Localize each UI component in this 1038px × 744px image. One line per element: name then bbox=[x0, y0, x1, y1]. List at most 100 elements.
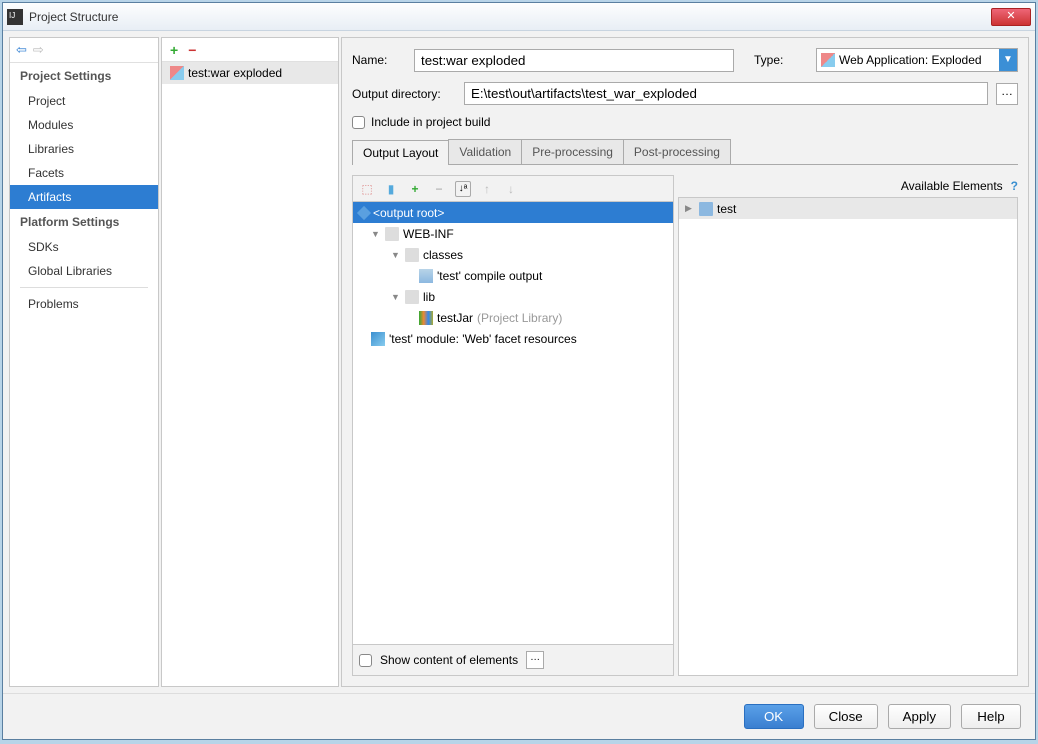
tree-root[interactable]: <output root> bbox=[353, 202, 673, 223]
close-button[interactable]: Close bbox=[814, 704, 878, 729]
settings-sidebar: ⇦ ⇨ Project Settings Project Modules Lib… bbox=[9, 37, 159, 687]
dialog-buttons: OK Close Apply Help bbox=[3, 693, 1035, 739]
move-down-icon[interactable]: ↓ bbox=[503, 181, 519, 197]
move-up-icon[interactable]: ↑ bbox=[479, 181, 495, 197]
output-tree: <output root> ▼ WEB-INF ▼ classes bbox=[353, 202, 673, 645]
tab-preprocessing[interactable]: Pre-processing bbox=[521, 139, 624, 164]
available-item-test[interactable]: ▶ test bbox=[679, 198, 1017, 219]
facet-icon bbox=[371, 332, 385, 346]
webinf-label: WEB-INF bbox=[403, 227, 454, 241]
testjar-label: testJar bbox=[437, 311, 473, 325]
available-elements-pane: Available Elements ? ▶ test bbox=[678, 175, 1018, 676]
sidebar-item-problems[interactable]: Problems bbox=[10, 292, 158, 316]
app-icon bbox=[7, 9, 23, 25]
chevron-down-icon: ▼ bbox=[999, 49, 1017, 71]
artifact-toolbar: + − bbox=[162, 38, 338, 62]
tab-postprocessing[interactable]: Post-processing bbox=[623, 139, 731, 164]
chevron-down-icon: ▼ bbox=[391, 292, 401, 302]
name-row: Name: Type: Web Application: Exploded ▼ bbox=[352, 48, 1018, 72]
sidebar-item-artifacts[interactable]: Artifacts bbox=[10, 185, 158, 209]
browse-button[interactable]: … bbox=[996, 83, 1018, 105]
folder-icon bbox=[385, 227, 399, 241]
jar-icon bbox=[419, 311, 433, 325]
artifact-detail-pane: Name: Type: Web Application: Exploded ▼ … bbox=[341, 37, 1029, 687]
outdir-label: Output directory: bbox=[352, 87, 456, 101]
artifact-item-label: test:war exploded bbox=[188, 66, 282, 80]
artifact-list-pane: + − test:war exploded bbox=[161, 37, 339, 687]
checkbox-box[interactable] bbox=[359, 654, 372, 667]
sidebar-item-libraries[interactable]: Libraries bbox=[10, 137, 158, 161]
tree-toolbar: ⬚ ▮ + − ↓ᵃ ↑ ↓ bbox=[353, 176, 673, 202]
chevron-right-icon: ▶ bbox=[685, 203, 695, 214]
tab-output-layout[interactable]: Output Layout bbox=[352, 140, 449, 165]
output-tree-pane: ⬚ ▮ + − ↓ᵃ ↑ ↓ <output root> bbox=[352, 175, 674, 676]
nav-arrows: ⇦ ⇨ bbox=[10, 38, 158, 63]
tree-facet[interactable]: 'test' module: 'Web' facet resources bbox=[353, 328, 673, 349]
remove-artifact-icon[interactable]: − bbox=[188, 42, 196, 58]
outdir-row: Output directory: … bbox=[352, 82, 1018, 105]
sidebar-item-global-libraries[interactable]: Global Libraries bbox=[10, 259, 158, 283]
folder-icon bbox=[405, 290, 419, 304]
sidebar-item-project[interactable]: Project bbox=[10, 89, 158, 113]
archive-icon[interactable]: ▮ bbox=[383, 181, 399, 197]
folder-icon bbox=[405, 248, 419, 262]
available-item-label: test bbox=[717, 202, 736, 216]
tree-lib[interactable]: ▼ lib bbox=[353, 286, 673, 307]
chevron-down-icon: ▼ bbox=[371, 229, 381, 239]
sidebar-section-project: Project Settings bbox=[10, 63, 158, 89]
outdir-input[interactable] bbox=[464, 82, 988, 105]
show-content-row: Show content of elements … bbox=[353, 644, 673, 675]
sort-icon[interactable]: ↓ᵃ bbox=[455, 181, 471, 197]
ok-button[interactable]: OK bbox=[744, 704, 804, 729]
sidebar-section-platform: Platform Settings bbox=[10, 209, 158, 235]
layout-area: ⬚ ▮ + − ↓ᵃ ↑ ↓ <output root> bbox=[352, 175, 1018, 676]
add-element-icon[interactable]: + bbox=[407, 181, 423, 197]
root-icon bbox=[357, 205, 371, 219]
help-button[interactable]: Help bbox=[961, 704, 1021, 729]
tree-webinf[interactable]: ▼ WEB-INF bbox=[353, 223, 673, 244]
close-icon[interactable]: ✕ bbox=[991, 8, 1031, 26]
root-label: <output root> bbox=[373, 206, 444, 220]
facet-label: 'test' module: 'Web' facet resources bbox=[389, 332, 577, 346]
testjar-suffix: (Project Library) bbox=[477, 311, 562, 325]
tab-validation[interactable]: Validation bbox=[448, 139, 522, 164]
artifact-icon bbox=[170, 66, 184, 80]
add-artifact-icon[interactable]: + bbox=[170, 42, 178, 58]
apply-button[interactable]: Apply bbox=[888, 704, 951, 729]
sidebar-item-facets[interactable]: Facets bbox=[10, 161, 158, 185]
help-icon[interactable]: ? bbox=[1011, 179, 1018, 193]
sidebar-item-modules[interactable]: Modules bbox=[10, 113, 158, 137]
compile-output-icon bbox=[419, 269, 433, 283]
checkbox-box bbox=[352, 116, 365, 129]
window-title: Project Structure bbox=[29, 10, 991, 24]
show-content-label: Show content of elements bbox=[380, 653, 518, 667]
chevron-down-icon: ▼ bbox=[391, 250, 401, 260]
classes-label: classes bbox=[423, 248, 463, 262]
compile-output-label: 'test' compile output bbox=[437, 269, 542, 283]
available-header: Available Elements ? bbox=[678, 175, 1018, 197]
include-build-label: Include in project build bbox=[371, 115, 490, 129]
forward-icon[interactable]: ⇨ bbox=[33, 42, 44, 58]
remove-element-icon[interactable]: − bbox=[431, 181, 447, 197]
available-list: ▶ test bbox=[678, 197, 1018, 676]
name-label: Name: bbox=[352, 53, 406, 67]
tree-testjar[interactable]: testJar (Project Library) bbox=[353, 307, 673, 328]
project-structure-dialog: Project Structure ✕ ⇦ ⇨ Project Settings… bbox=[2, 2, 1036, 740]
tree-classes[interactable]: ▼ classes bbox=[353, 244, 673, 265]
lib-label: lib bbox=[423, 290, 435, 304]
type-icon bbox=[821, 53, 835, 67]
module-icon bbox=[699, 202, 713, 216]
back-icon[interactable]: ⇦ bbox=[16, 42, 27, 58]
include-build-checkbox[interactable]: Include in project build bbox=[352, 115, 1018, 129]
name-input[interactable] bbox=[414, 49, 734, 72]
artifact-list-item[interactable]: test:war exploded bbox=[162, 62, 338, 84]
tree-compile-output[interactable]: 'test' compile output bbox=[353, 265, 673, 286]
type-combo[interactable]: Web Application: Exploded ▼ bbox=[816, 48, 1018, 72]
expand-button[interactable]: … bbox=[526, 651, 544, 669]
dialog-body: ⇦ ⇨ Project Settings Project Modules Lib… bbox=[3, 31, 1035, 693]
sidebar-item-sdks[interactable]: SDKs bbox=[10, 235, 158, 259]
new-folder-icon[interactable]: ⬚ bbox=[359, 181, 375, 197]
artifact-list: test:war exploded bbox=[162, 62, 338, 686]
titlebar: Project Structure ✕ bbox=[3, 3, 1035, 31]
sidebar-divider bbox=[20, 287, 148, 288]
